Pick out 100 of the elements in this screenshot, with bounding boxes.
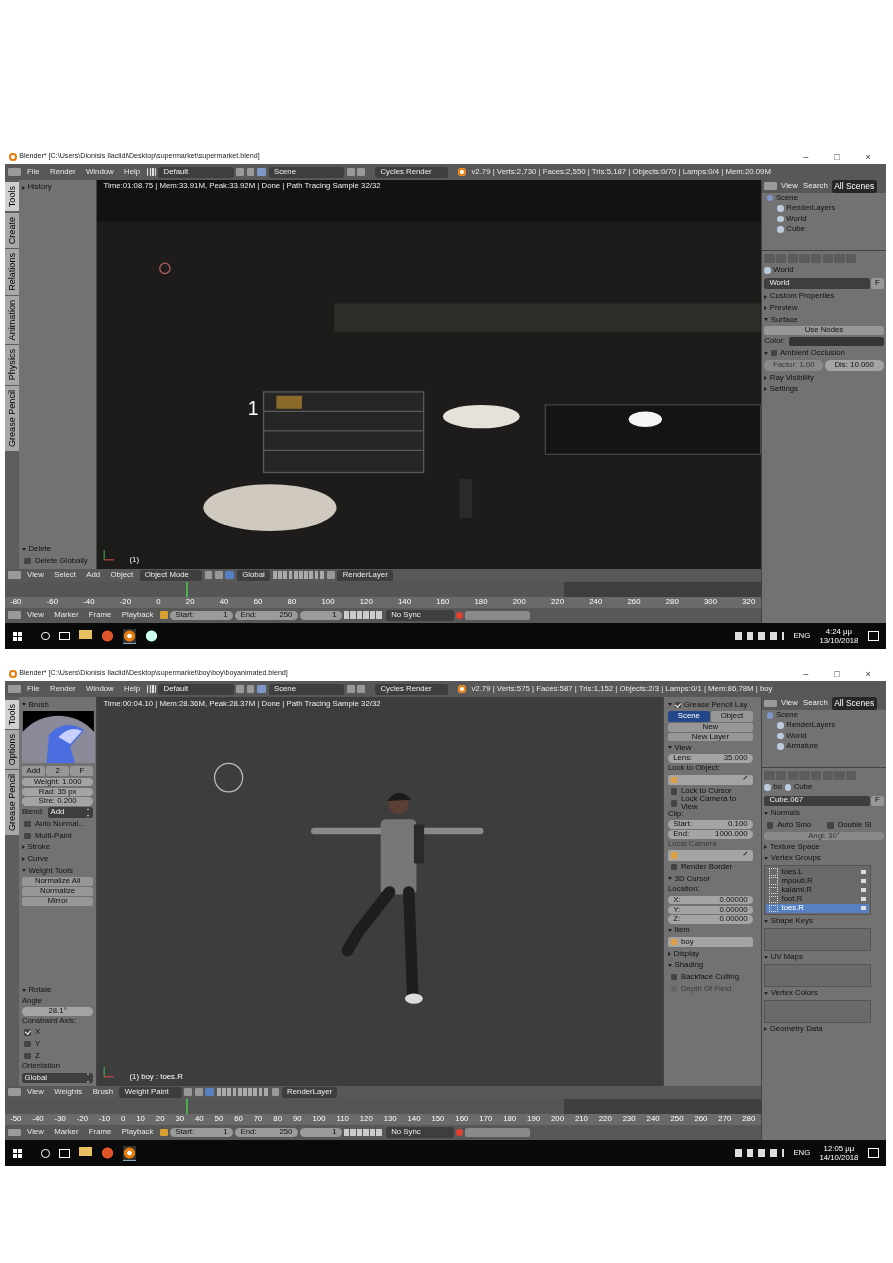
menu-item[interactable]: View [779, 182, 800, 191]
panel-header[interactable]: Preview [764, 303, 884, 314]
checkbox-option[interactable]: Auto Smo [764, 820, 824, 831]
panel-header[interactable]: Curve [21, 853, 94, 865]
shelf-tab[interactable]: Tools [5, 182, 20, 212]
panel-header[interactable]: Surface [764, 314, 884, 326]
menu-item[interactable]: Window [82, 685, 118, 694]
checkbox-option[interactable]: X [21, 1027, 94, 1038]
panel-header[interactable]: UV Maps [764, 952, 884, 963]
menu-item[interactable]: View [23, 1128, 48, 1137]
menu-item[interactable]: Search [801, 182, 830, 191]
menu-item[interactable]: Weights [50, 1088, 87, 1097]
shelf-tab[interactable]: Tools [5, 699, 20, 729]
checkbox-option[interactable]: Render Border [668, 861, 753, 873]
menu-item[interactable]: Help [120, 167, 145, 177]
menu-item[interactable]: Render [46, 167, 80, 177]
panel-header[interactable]: Delete [21, 543, 94, 555]
panel-button[interactable]: Normalize All [21, 877, 94, 886]
language-indicator[interactable]: ENG [793, 1149, 811, 1158]
tree-item[interactable]: RenderLayers [761, 203, 887, 214]
start-frame-field[interactable]: Start: 1 [170, 610, 233, 620]
fake-user-button[interactable]: F [870, 278, 884, 289]
tree-item[interactable]: Scene [761, 710, 887, 721]
menu-item[interactable]: Marker [50, 611, 83, 620]
scene-filter-dropdown[interactable]: All Scenes [831, 697, 877, 711]
panel-header[interactable]: Ray Visibility [764, 372, 884, 383]
number-field[interactable]: Dis: 10.000 [824, 359, 884, 372]
number-field[interactable]: Y: 0.00000 [668, 905, 753, 915]
datablock-field[interactable]: World [764, 278, 870, 289]
list-item[interactable]: toes.R [766, 903, 869, 913]
window-control-button[interactable]: □ [822, 152, 852, 163]
current-frame-field[interactable]: 1 [300, 610, 342, 620]
number-field[interactable]: 28.1° [21, 1007, 94, 1016]
current-frame-field[interactable]: 1 [300, 1128, 342, 1138]
clock[interactable]: 4:24 μμ 13/10/2018 [819, 627, 859, 646]
mode-dropdown[interactable]: Object Mode [139, 569, 202, 581]
panel-button[interactable]: Scene [668, 711, 710, 722]
tree-item[interactable]: World [761, 213, 887, 225]
orientation-dropdown[interactable]: Global [237, 569, 270, 581]
shelf-tab[interactable]: Grease Pencil [5, 385, 20, 451]
menu-item[interactable]: File [23, 167, 44, 177]
menu-item[interactable]: File [23, 685, 44, 694]
dropdown[interactable]: Global [21, 1072, 94, 1084]
menu-item[interactable]: Frame [84, 1128, 116, 1137]
sync-dropdown[interactable]: No Sync [385, 609, 454, 621]
checkbox-option[interactable]: Multi-Paint [21, 830, 94, 841]
panel-header[interactable]: Vertex Colors [764, 988, 884, 999]
scene-dropdown[interactable]: Scene [268, 166, 345, 178]
render-layer-button[interactable]: RenderLayer [337, 569, 393, 581]
render-layer-button[interactable]: RenderLayer [281, 1086, 338, 1098]
end-frame-field[interactable]: End: 250 [235, 1128, 298, 1138]
shelf-tab[interactable]: Relations [5, 249, 20, 295]
shelf-tab[interactable]: Create [5, 212, 20, 248]
window-control-button[interactable]: × [853, 152, 883, 163]
panel-button[interactable]: Use Nodes [764, 326, 884, 335]
layout-dropdown[interactable]: Default [158, 683, 234, 695]
number-field[interactable]: Lens: 35.000 [668, 754, 753, 763]
panel-header[interactable]: Normals [764, 808, 884, 819]
end-frame-field[interactable]: End: 250 [235, 610, 298, 620]
panel-header[interactable]: Grease Pencil Lay [668, 699, 753, 711]
list-item[interactable]: toes.L [766, 867, 869, 877]
shelf-tab[interactable]: Physics [5, 345, 20, 385]
checkbox-option[interactable]: Lock to Cursor [668, 786, 753, 797]
tree-item[interactable]: RenderLayers [761, 720, 887, 731]
panel-button[interactable]: Object [711, 711, 753, 722]
window-control-button[interactable]: □ [822, 669, 852, 680]
render-engine-dropdown[interactable]: Cycles Render [375, 683, 449, 695]
panel-header[interactable]: Weight Tools [21, 865, 94, 877]
object-field[interactable]: boy [668, 937, 753, 948]
panel-header[interactable]: 3D Cursor [668, 873, 753, 885]
checkbox-option[interactable]: Backface Culling [668, 972, 753, 983]
fake-user-button[interactable]: F [870, 795, 884, 806]
panel-header[interactable]: Item [668, 925, 753, 936]
menu-item[interactable]: Frame [84, 611, 116, 620]
checkbox-option[interactable]: Y [21, 1039, 94, 1050]
panel-header[interactable]: Ambient Occlusion [764, 347, 884, 359]
menu-item[interactable]: Select [50, 570, 80, 580]
panel-button[interactable]: Mirror [21, 897, 94, 906]
panel-header[interactable]: Shading [668, 960, 753, 971]
checkbox-option[interactable]: Double Si [824, 820, 884, 831]
shelf-tab[interactable]: Animation [5, 296, 20, 345]
menu-item[interactable]: View [779, 699, 800, 708]
menu-item[interactable]: Playback [117, 1128, 158, 1137]
panel-button[interactable]: New [668, 723, 753, 732]
datablock-field[interactable]: Cube.067 [764, 795, 870, 806]
panel-header[interactable]: Brush [21, 699, 94, 711]
checkbox-option[interactable]: Auto Normal... [21, 818, 94, 830]
shelf-tab[interactable]: Grease Pencil [5, 770, 20, 836]
list-item[interactable]: foot.R [766, 894, 869, 904]
dropdown[interactable]: Add [47, 807, 94, 818]
number-field[interactable]: Rad: 35 px [21, 787, 94, 797]
scene-dropdown[interactable]: Scene [268, 683, 345, 695]
panel-header[interactable]: Settings [764, 384, 884, 395]
window-control-button[interactable]: – [791, 152, 821, 163]
layout-dropdown[interactable]: Default [158, 166, 234, 178]
menu-item[interactable]: Search [801, 699, 830, 708]
number-field[interactable]: X: 0.00000 [668, 895, 753, 905]
tree-item[interactable]: Armature [761, 741, 887, 752]
panel-header[interactable]: Shape Keys [764, 916, 884, 927]
number-field[interactable]: End: 1000.000 [668, 830, 753, 839]
